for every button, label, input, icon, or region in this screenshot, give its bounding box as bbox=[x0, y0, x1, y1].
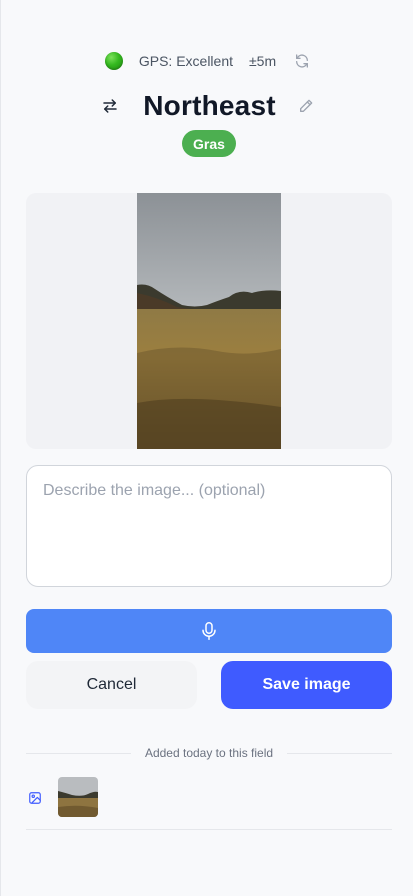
divider-line-left bbox=[26, 752, 131, 754]
microphone-icon bbox=[200, 621, 218, 641]
photo-preview bbox=[137, 193, 281, 449]
swap-arrows-icon[interactable] bbox=[101, 97, 119, 115]
history-divider: Added today to this field bbox=[26, 744, 392, 762]
crop-badge: Gras bbox=[182, 130, 236, 157]
photo-preview-panel bbox=[26, 193, 392, 449]
refresh-icon[interactable] bbox=[294, 53, 310, 69]
gps-status-text: GPS: Excellent bbox=[138, 53, 233, 69]
direction-title: Northeast bbox=[143, 90, 276, 121]
direction-heading-row: Northeast bbox=[1, 86, 413, 126]
history-divider-label: Added today to this field bbox=[144, 746, 274, 760]
history-item[interactable] bbox=[26, 776, 392, 830]
history-thumbnail[interactable] bbox=[58, 777, 98, 817]
image-icon bbox=[28, 791, 42, 805]
pencil-icon[interactable] bbox=[298, 98, 314, 114]
gps-status-row: GPS: Excellent ±5m bbox=[1, 50, 413, 72]
gps-accuracy-text: ±5m bbox=[249, 53, 277, 69]
gps-indicator-icon bbox=[104, 52, 123, 70]
cancel-button[interactable]: Cancel bbox=[26, 661, 197, 709]
capture-screen: GPS: Excellent ±5m Northeast Gras Descri… bbox=[0, 0, 413, 896]
image-description-input[interactable] bbox=[26, 465, 392, 587]
divider-line-right bbox=[287, 752, 392, 754]
voice-input-button[interactable] bbox=[26, 609, 392, 653]
save-image-button[interactable]: Save image bbox=[221, 661, 392, 709]
